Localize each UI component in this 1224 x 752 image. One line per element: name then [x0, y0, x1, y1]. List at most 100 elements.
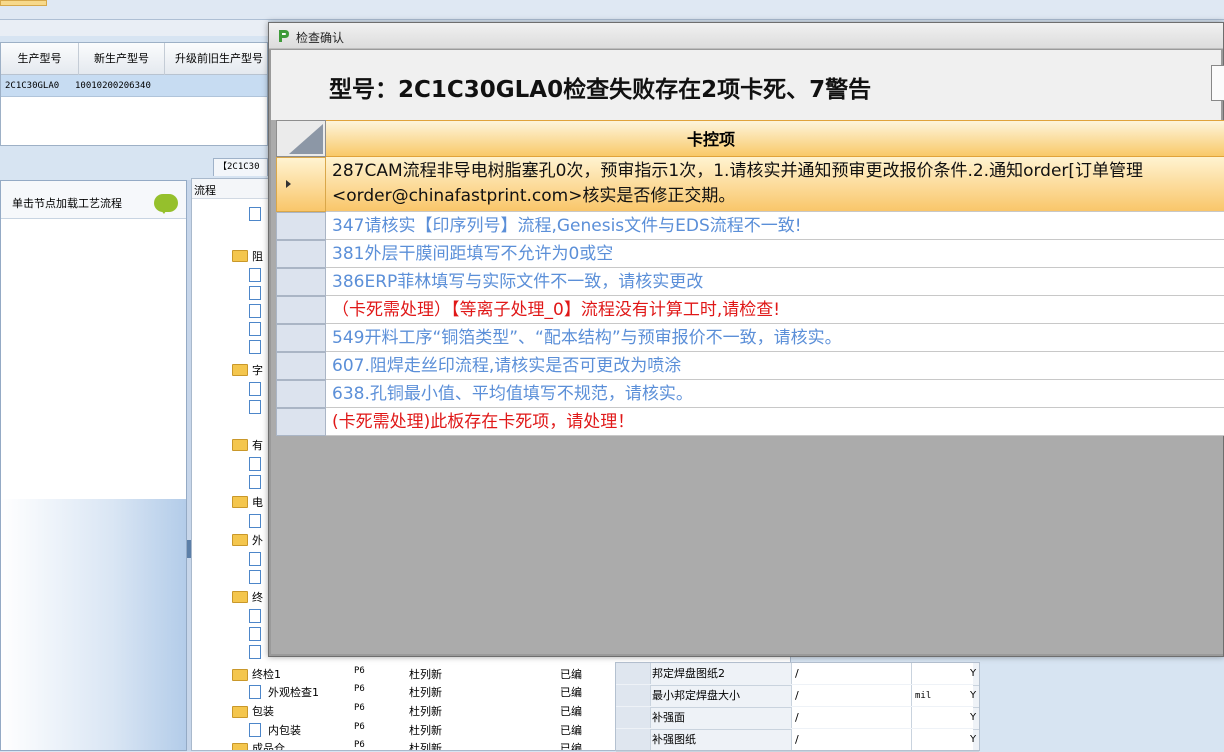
row-header[interactable]	[276, 380, 326, 408]
folder-icon	[232, 706, 248, 718]
tree-node-label[interactable]: 外观检查1	[268, 684, 319, 700]
row-person: 杜列新	[409, 742, 442, 751]
property-panel: 邦定焊盘图纸2 / Y 最小邦定焊盘大小 / mil Y 补强面 / Y 补强图…	[615, 662, 980, 752]
table-row[interactable]: 386ERP菲林填写与实际文件不一致，请核实更改	[326, 268, 1224, 296]
document-icon	[249, 609, 261, 623]
cell-new-model: 10010200206340	[75, 81, 151, 91]
document-icon	[249, 268, 261, 282]
document-icon	[249, 514, 261, 528]
row-header[interactable]	[276, 268, 326, 296]
tree-node-label[interactable]: 包装	[252, 703, 274, 719]
row-status: 已编	[560, 742, 582, 751]
table-row[interactable]: (卡死需处理)此板存在卡死项，请处理！	[326, 408, 1224, 436]
row-status: 已编	[560, 686, 582, 699]
dialog-title: 检查确认	[296, 31, 345, 45]
table-row[interactable]: 638.孔铜最小值、平均值填写不规范，请核实。	[326, 380, 1224, 408]
tree-tab[interactable]: 【2C1C30	[213, 158, 268, 176]
document-icon	[249, 552, 261, 566]
property-value[interactable]: /	[791, 663, 911, 684]
toolbar-divider	[0, 20, 268, 36]
tree-node-label[interactable]: 内包装	[268, 722, 301, 738]
folder-icon	[232, 439, 248, 451]
row-status: 已编	[560, 668, 582, 681]
row-indicator	[616, 685, 651, 706]
document-icon	[249, 382, 261, 396]
model-grid: 生产型号 新生产型号 升级前旧生产型号 2C1C30GLA0 100102002…	[0, 42, 268, 146]
table-row[interactable]: 287CAM流程非导电树脂塞孔0次，预审指示1次，1.请核实并通知预审更改报价条…	[326, 157, 1224, 212]
table-row[interactable]: （卡死需处理）【等离子处理_0】流程没有计算工时,请检查!	[326, 296, 1224, 324]
col-header-model[interactable]: 生产型号	[1, 43, 79, 75]
check-confirm-dialog: 检查确认 型号：2C1C30GLA0检查失败存在2项卡死、7警告 卡控项 287…	[268, 22, 1224, 657]
row-text-line2: <order@chinafastprint.com>核实是否修正交期。	[332, 186, 736, 206]
dialog-heading: 型号：2C1C30GLA0检查失败存在2项卡死、7警告	[329, 77, 872, 103]
row-status: 已编	[560, 724, 582, 737]
document-icon	[249, 645, 261, 659]
folder-icon	[232, 496, 248, 508]
document-icon	[249, 685, 261, 699]
table-row[interactable]: 607.阻焊走丝印流程,请核实是否可更改为喷涂	[326, 352, 1224, 380]
row-header[interactable]	[276, 352, 326, 380]
row-code: P6	[354, 666, 365, 676]
row-code: P6	[354, 740, 365, 750]
row-header[interactable]	[276, 408, 326, 436]
document-icon	[249, 627, 261, 641]
property-row[interactable]: 补强图纸 / Y	[616, 729, 979, 752]
row-indicator	[616, 729, 651, 750]
row-pointer-icon	[286, 180, 291, 188]
left-panel-header: 单击节点加载工艺流程	[1, 181, 186, 219]
left-panel: 单击节点加载工艺流程	[0, 180, 187, 751]
tree-node-label[interactable]: 终	[252, 589, 263, 605]
row-header[interactable]	[276, 212, 326, 240]
tree-node-label[interactable]: 有	[252, 437, 263, 453]
tree-node-label[interactable]: 阻	[252, 248, 263, 264]
row-text: 287CAM流程非导电树脂塞孔0次，预审指示1次，1.请核实并通知预审更改报价条…	[332, 161, 1144, 181]
active-tab[interactable]	[0, 0, 47, 6]
table-row[interactable]: 347请核实【印序列号】流程,Genesis文件与EDS流程不一致!	[326, 212, 1224, 240]
row-header[interactable]	[276, 240, 326, 268]
property-unit	[911, 707, 973, 728]
dialog-side-button[interactable]	[1211, 65, 1224, 101]
property-key: 最小邦定焊盘大小	[652, 689, 740, 702]
chat-bubble-icon[interactable]	[154, 194, 178, 214]
tree-node-label[interactable]: 电	[252, 494, 263, 510]
col-header-new-model[interactable]: 新生产型号	[79, 43, 165, 75]
document-icon	[249, 475, 261, 489]
col-header-control-item[interactable]: 卡控项	[326, 120, 1224, 157]
row-person: 杜列新	[409, 705, 442, 718]
tree-node-label[interactable]: 外	[252, 532, 263, 548]
document-icon	[249, 570, 261, 584]
table-row[interactable]: 2C1C30GLA0 10010200206340	[1, 75, 267, 97]
document-icon	[249, 457, 261, 471]
left-panel-label: 单击节点加载工艺流程	[12, 197, 122, 210]
property-value[interactable]: /	[791, 707, 911, 728]
property-key: 补强图纸	[652, 733, 696, 746]
property-row[interactable]: 最小邦定焊盘大小 / mil Y	[616, 685, 979, 708]
property-row[interactable]: 邦定焊盘图纸2 / Y	[616, 663, 979, 686]
document-icon	[249, 286, 261, 300]
corner-triangle-icon	[289, 124, 323, 154]
row-header[interactable]	[276, 324, 326, 352]
folder-icon	[232, 743, 248, 750]
property-row[interactable]: 补强面 / Y	[616, 707, 979, 730]
row-header[interactable]	[276, 157, 326, 212]
dialog-titlebar[interactable]: 检查确认	[269, 23, 1223, 49]
document-icon	[249, 322, 261, 336]
col-header-old-model[interactable]: 升级前旧生产型号	[165, 43, 267, 75]
grid-corner[interactable]	[276, 120, 326, 157]
table-row[interactable]: 381外层干膜间距填写不允许为0或空	[326, 240, 1224, 268]
row-person: 杜列新	[409, 668, 442, 681]
cell-model: 2C1C30GLA0	[5, 81, 60, 91]
property-value[interactable]: /	[791, 729, 911, 750]
row-header[interactable]	[276, 296, 326, 324]
top-toolbar	[0, 0, 1224, 20]
row-code: P6	[354, 684, 365, 694]
property-unit	[911, 729, 973, 750]
row-code: P6	[354, 722, 365, 732]
row-person: 杜列新	[409, 724, 442, 737]
property-value[interactable]: /	[791, 685, 911, 706]
tree-node-label[interactable]: 字	[252, 362, 263, 378]
tree-node-label[interactable]: 终检1	[252, 666, 281, 682]
property-key: 补强面	[652, 711, 685, 724]
tree-node-label[interactable]: 成品仓	[252, 740, 285, 750]
table-row[interactable]: 549开料工序“铜箔类型”、“配本结构”与预审报价不一致，请核实。	[326, 324, 1224, 352]
